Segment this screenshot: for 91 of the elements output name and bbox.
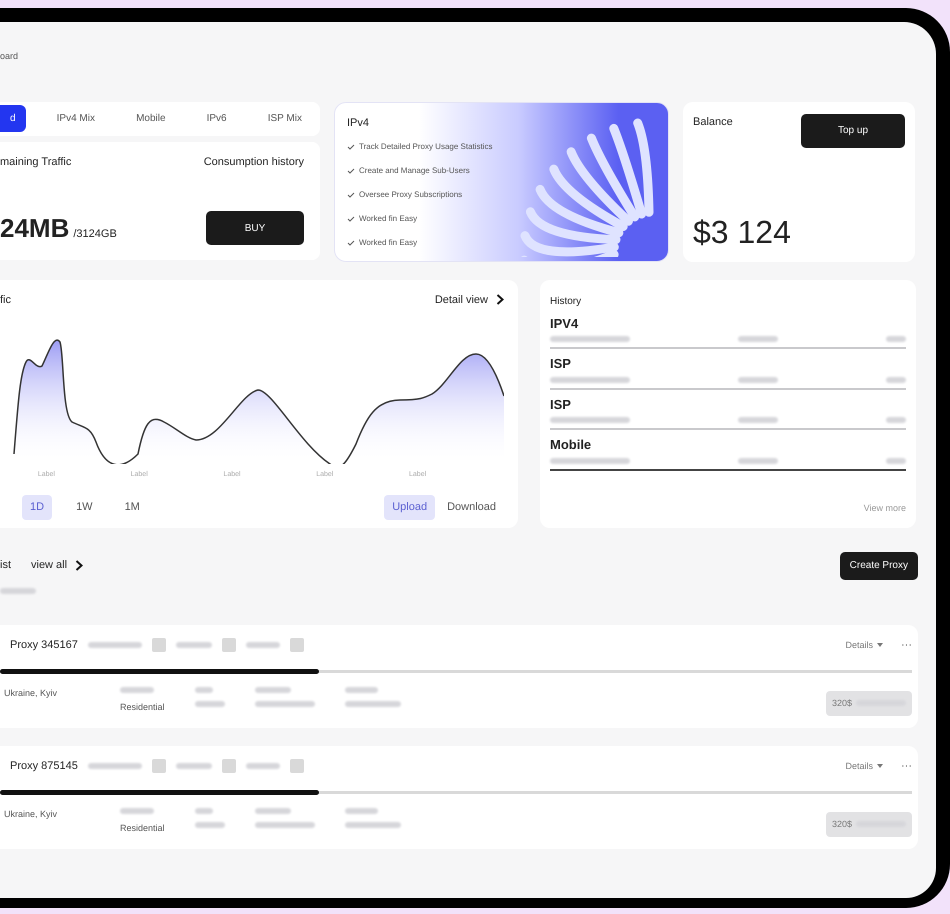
traffic-total: /3124GB xyxy=(73,226,117,242)
blurred-text xyxy=(344,808,378,814)
blurred-text xyxy=(194,686,213,692)
blurred-text xyxy=(176,642,212,648)
product-tab[interactable]: d xyxy=(0,105,26,132)
blurred-text xyxy=(88,642,142,648)
feature-text: Worked fin Easy xyxy=(359,237,418,249)
buy-button[interactable]: BUY xyxy=(206,211,304,245)
blurred-text xyxy=(194,808,213,814)
product-tab[interactable]: Mobile xyxy=(126,105,176,132)
network-value: Residential xyxy=(120,700,165,714)
feature-text: Track Detailed Proxy Usage Statistics xyxy=(359,141,493,153)
period-tab[interactable]: 1M xyxy=(116,495,148,520)
feature-text: Oversee Proxy Subscriptions xyxy=(359,189,462,201)
balance-label: Balance xyxy=(693,114,733,130)
top-up-button[interactable]: Top up xyxy=(801,114,905,148)
copy-chip xyxy=(222,759,236,774)
check-icon xyxy=(347,216,355,222)
blurred-text xyxy=(886,336,906,342)
history-type: ISP xyxy=(550,396,572,414)
product-tab[interactable]: IPv4 Mix xyxy=(46,105,105,132)
blurred-text xyxy=(344,700,401,706)
more-menu-button[interactable]: ··· xyxy=(901,758,912,774)
list-title: ist xyxy=(0,558,11,574)
blurred-text xyxy=(176,763,212,770)
history-type: ISP xyxy=(550,355,572,373)
feature-text: Create and Manage Sub-Users xyxy=(359,165,470,177)
period-tab[interactable]: 1D xyxy=(22,495,52,520)
traffic-used: 24MB xyxy=(0,212,70,244)
caret-icon xyxy=(877,764,883,768)
product-tab[interactable]: IPv6 xyxy=(196,105,237,132)
blurred-text xyxy=(254,808,291,814)
traffic-label: maining Traffic xyxy=(0,154,72,170)
product-tab[interactable]: ISP Mix xyxy=(258,105,312,132)
create-proxy-button[interactable]: Create Proxy xyxy=(840,552,918,580)
blurred-text xyxy=(246,763,280,770)
detail-view-link[interactable]: Detail view xyxy=(434,292,488,308)
direction-tab[interactable]: Upload xyxy=(384,495,436,520)
chart-title: fic xyxy=(0,292,11,308)
check-icon xyxy=(347,144,355,150)
blurred-text xyxy=(120,686,154,692)
blurred-text xyxy=(254,822,315,828)
period-tab[interactable]: 1W xyxy=(68,495,101,520)
blurred-text xyxy=(344,686,378,692)
location-text: Ukraine, Kyiv xyxy=(3,686,58,700)
blurred-text xyxy=(344,822,401,828)
blurred-text xyxy=(738,458,778,464)
details-link[interactable]: Details xyxy=(845,760,873,773)
copy-chip xyxy=(222,638,236,652)
balance-amount: $3 124 xyxy=(693,216,792,248)
copy-chip xyxy=(152,759,166,774)
location-text: Ukraine, Kyiv xyxy=(3,808,58,821)
blurred-text xyxy=(0,588,36,594)
direction-tab[interactable]: Download xyxy=(439,495,504,520)
blurred-text xyxy=(88,763,142,770)
breadcrumb: oard xyxy=(0,50,20,63)
check-icon xyxy=(347,192,355,198)
proxy-name: Proxy 875145 xyxy=(9,759,78,774)
blurred-text xyxy=(738,417,778,423)
more-menu-button[interactable]: ··· xyxy=(901,637,912,654)
blurred-text xyxy=(886,458,906,464)
blurred-text xyxy=(194,822,225,828)
blurred-text xyxy=(246,642,280,648)
view-all-link[interactable]: view all xyxy=(31,557,68,574)
check-icon xyxy=(347,168,355,174)
blurred-text xyxy=(738,376,778,382)
history-type: IPV4 xyxy=(550,314,580,332)
plan-title: IPv4 xyxy=(347,116,370,130)
consumption-history-link[interactable]: Consumption history xyxy=(204,154,304,170)
feature-text: Worked fin Easy xyxy=(359,213,418,225)
blurred-text xyxy=(254,700,315,706)
copy-chip xyxy=(290,638,304,652)
caret-icon xyxy=(877,643,883,648)
proxy-name: Proxy 345167 xyxy=(9,638,78,653)
copy-chip xyxy=(152,638,166,652)
history-title: History xyxy=(550,294,582,308)
check-icon xyxy=(347,240,355,246)
price-text: 320$ xyxy=(832,818,852,830)
blurred-text xyxy=(738,336,778,342)
blurred-text xyxy=(194,700,225,706)
copy-chip xyxy=(290,759,304,774)
blurred-text xyxy=(886,417,906,423)
details-link[interactable]: Details xyxy=(845,638,873,652)
network-value: Residential xyxy=(120,822,165,834)
chevron-right-icon xyxy=(496,294,504,306)
price-text: 320$ xyxy=(832,696,852,710)
blurred-text xyxy=(886,376,906,382)
blurred-text xyxy=(120,808,154,814)
blurred-text xyxy=(254,686,291,692)
chevron-right-icon xyxy=(75,560,84,571)
history-type: Mobile xyxy=(550,436,592,454)
